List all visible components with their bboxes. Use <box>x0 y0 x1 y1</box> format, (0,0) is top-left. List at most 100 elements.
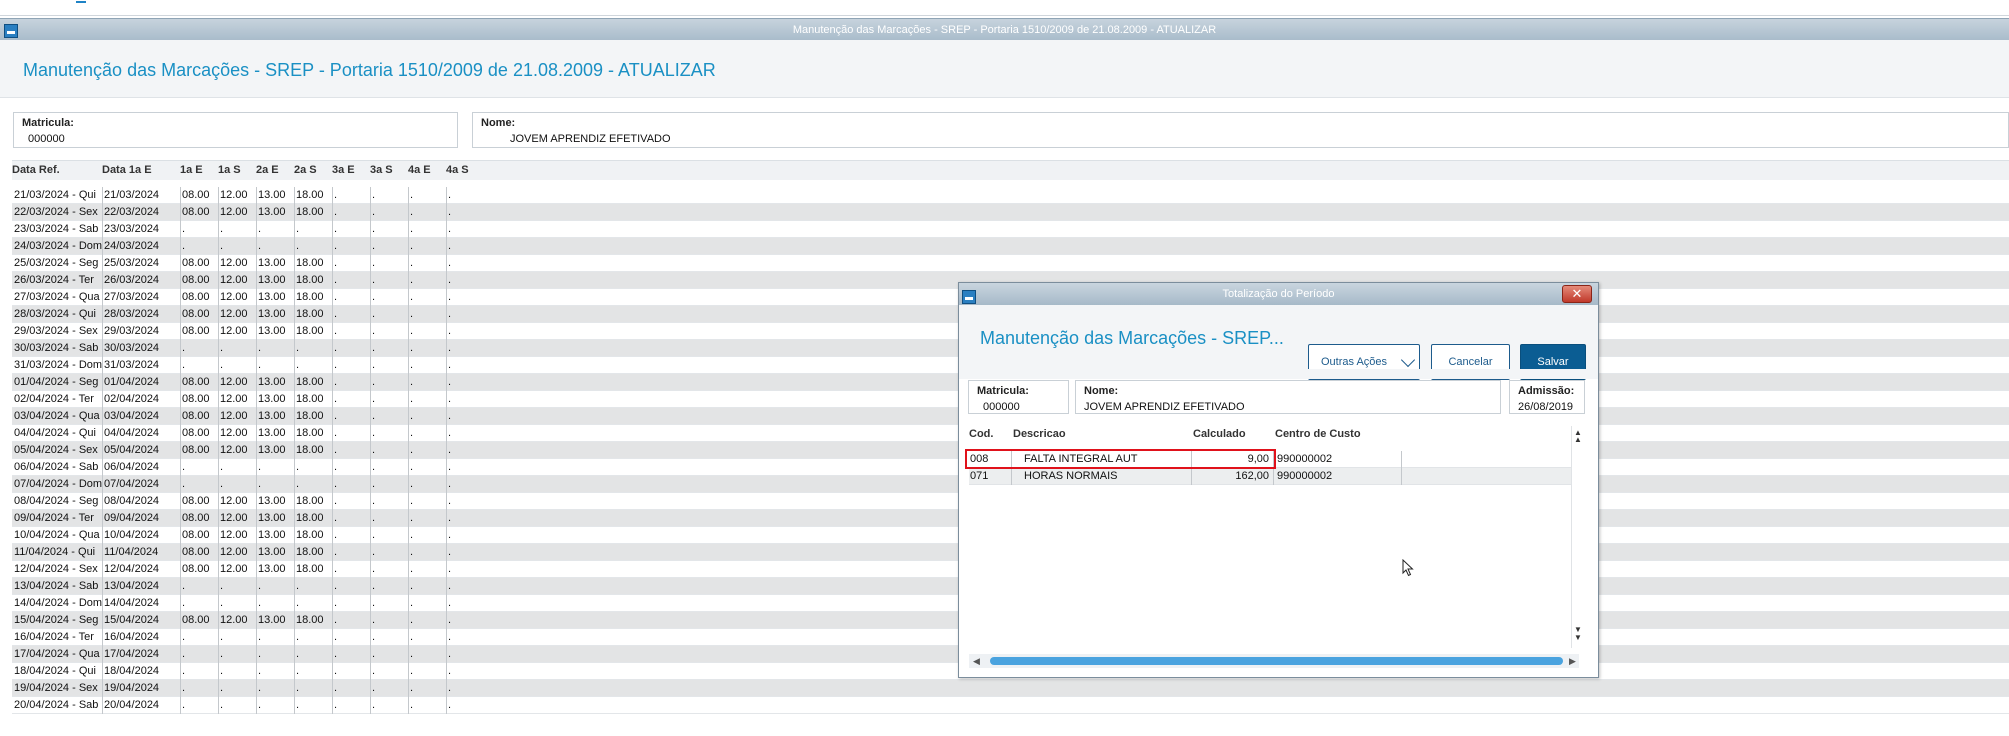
table-cell: . <box>410 240 414 252</box>
column-separator <box>102 527 103 544</box>
table-cell: . <box>296 240 300 252</box>
column-separator <box>446 561 447 578</box>
table-row[interactable]: 22/03/2024 - Sex 22/03/2024 08.00 12.00 13.0… <box>12 204 2009 221</box>
column-separator <box>294 238 295 255</box>
table-row[interactable]: 23/03/2024 - Sab 23/03/2024........ <box>12 221 2009 238</box>
grid-header-cell[interactable]: 3a E <box>332 164 355 176</box>
table-cell: . <box>372 325 376 337</box>
table-cell: . <box>334 529 338 541</box>
table-cell: . <box>372 274 376 286</box>
dialog-matricula-field[interactable]: Matricula: 000000 <box>968 380 1069 414</box>
scroll-left-icon[interactable]: ◀ <box>973 654 980 668</box>
close-icon[interactable]: ✕ <box>1562 285 1592 303</box>
table-cell: 02/04/2024 - Ter <box>14 393 94 405</box>
table-row[interactable]: 071 HORAS NORMAIS 162,00 990000002 <box>969 468 1579 485</box>
horizontal-scrollbar[interactable]: ◀ ▶ <box>969 654 1579 668</box>
table-cell: . <box>334 512 338 524</box>
grid-header-cell[interactable]: 2a E <box>256 164 279 176</box>
column-separator <box>218 255 219 272</box>
grid-header-cell[interactable]: 4a S <box>446 164 469 176</box>
dialog-admissao-label: Admissão: <box>1518 385 1575 397</box>
table-cell: 08.00 <box>182 274 210 286</box>
matricula-field[interactable]: Matricula: 000000 <box>13 112 458 148</box>
grid-header-cell[interactable]: 3a S <box>370 164 393 176</box>
column-separator <box>370 544 371 561</box>
column-separator <box>1011 468 1012 485</box>
table-cell: . <box>258 682 262 694</box>
table-cell: 12.00 <box>220 529 248 541</box>
matricula-value: 000000 <box>28 133 65 145</box>
dialog-nome-field[interactable]: Nome: JOVEM APRENDIZ EFETIVADO <box>1075 380 1501 414</box>
column-separator <box>180 493 181 510</box>
table-cell: . <box>448 478 452 490</box>
column-separator <box>446 544 447 561</box>
grid-header-cell[interactable]: 1a S <box>218 164 241 176</box>
column-separator <box>370 680 371 697</box>
table-cell: . <box>334 444 338 456</box>
column-separator <box>408 238 409 255</box>
table-cell: . <box>334 291 338 303</box>
table-cell: 05/04/2024 <box>104 444 160 456</box>
column-separator <box>370 255 371 272</box>
column-separator <box>408 204 409 221</box>
table-row[interactable]: 19/04/2024 - Sex 19/04/2024........ <box>12 680 2009 697</box>
column-separator <box>446 510 447 527</box>
totalizacao-grid-header: Cod. Descricao Calculado Centro de Custo <box>969 425 1579 445</box>
vertical-scrollbar[interactable]: ▲ ▲ ▼ ▼ <box>1571 426 1583 648</box>
horizontal-scroll-thumb[interactable] <box>990 657 1563 665</box>
column-separator <box>218 595 219 612</box>
column-separator <box>218 306 219 323</box>
grid-header-cell[interactable]: 2a S <box>294 164 317 176</box>
grid-header-cell[interactable]: Data 1a E <box>102 164 152 176</box>
table-cell: . <box>410 257 414 269</box>
table-cell: 20/04/2024 <box>104 699 160 711</box>
table-cell: 18.00 <box>296 257 324 269</box>
table-cell: . <box>258 665 262 677</box>
column-separator <box>256 629 257 646</box>
column-separator <box>294 510 295 527</box>
table-cell: 26/03/2024 <box>104 274 160 286</box>
scroll-bottom-icon[interactable]: ▼ <box>1574 634 1582 642</box>
column-separator <box>180 629 181 646</box>
dialog-grid-header-cell[interactable]: Descricao <box>1013 428 1066 440</box>
table-row[interactable]: 25/03/2024 - Seg 25/03/2024 08.00 12.00 13.0… <box>12 255 2009 272</box>
column-separator <box>102 374 103 391</box>
table-row[interactable]: 20/04/2024 - Sab 20/04/2024........ <box>12 697 2009 714</box>
window-icon <box>962 290 976 304</box>
nome-field[interactable]: Nome: JOVEM APRENDIZ EFETIVADO <box>472 112 2009 148</box>
table-cell: 13.00 <box>258 563 286 575</box>
grid-header-cell[interactable]: 1a E <box>180 164 203 176</box>
dialog-grid-header-cell[interactable]: Cod. <box>969 428 993 440</box>
table-row[interactable]: 24/03/2024 - Dom 24/03/2024........ <box>12 238 2009 255</box>
table-cell: 13.00 <box>258 376 286 388</box>
scroll-up-icon[interactable]: ▲ <box>1574 436 1582 444</box>
column-separator <box>408 544 409 561</box>
column-separator <box>294 408 295 425</box>
column-separator <box>218 561 219 578</box>
grid-header-cell[interactable]: Data Ref. <box>12 164 60 176</box>
table-cell: 13/04/2024 <box>104 580 160 592</box>
table-row[interactable]: 21/03/2024 - Qui 21/03/2024 08.00 12.00 13.0… <box>12 187 2009 204</box>
table-cell: 21/03/2024 <box>104 189 160 201</box>
column-separator <box>294 306 295 323</box>
column-separator <box>446 340 447 357</box>
column-separator <box>370 697 371 714</box>
dialog-grid-header-cell[interactable]: Calculado <box>1193 428 1246 440</box>
scroll-right-icon[interactable]: ▶ <box>1569 654 1576 668</box>
table-cell: . <box>334 682 338 694</box>
table-cell: 12.00 <box>220 308 248 320</box>
table-cell: 18.00 <box>296 512 324 524</box>
table-cell: 13.00 <box>258 189 286 201</box>
column-separator <box>218 510 219 527</box>
column-separator <box>180 289 181 306</box>
table-cell: 18.00 <box>296 393 324 405</box>
dialog-grid-header-cell[interactable]: Centro de Custo <box>1275 428 1361 440</box>
column-separator <box>218 612 219 629</box>
dialog-admissao-field[interactable]: Admissão: 26/08/2019 <box>1509 380 1585 414</box>
grid-header-cell[interactable]: 4a E <box>408 164 431 176</box>
table-cell[interactable]: 071 <box>970 470 988 482</box>
column-separator <box>408 595 409 612</box>
column-separator <box>294 289 295 306</box>
table-cell: . <box>296 665 300 677</box>
table-cell: . <box>410 580 414 592</box>
